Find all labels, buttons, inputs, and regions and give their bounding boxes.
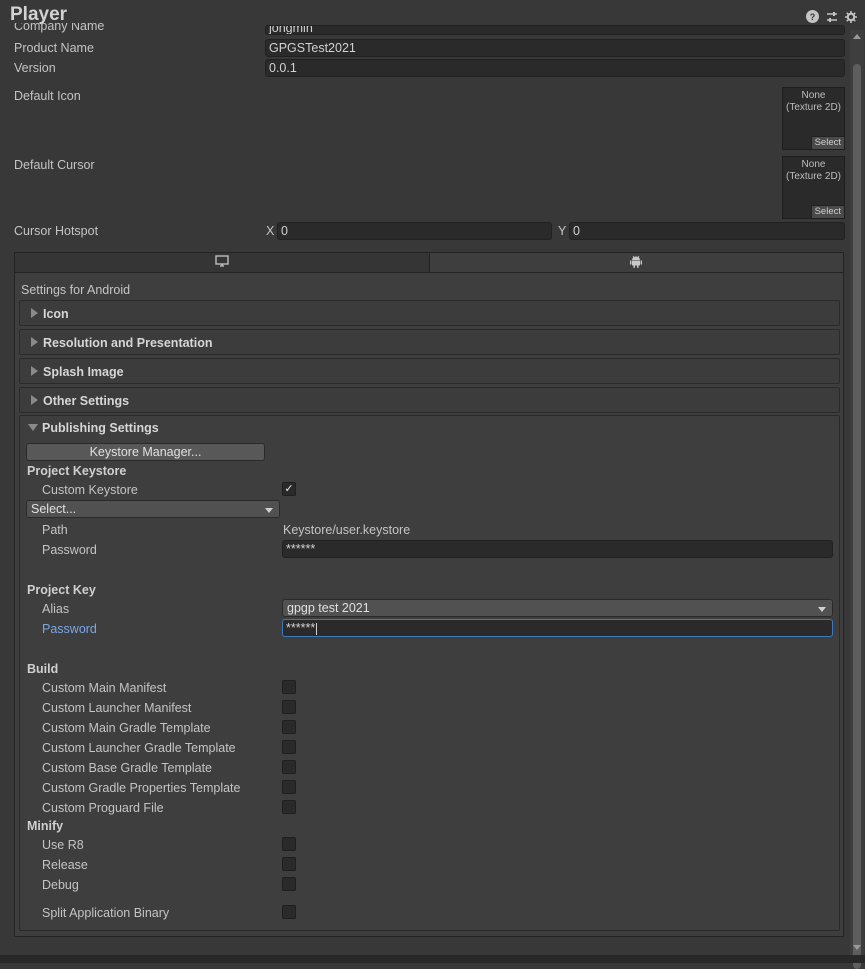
custom-base-gradle-checkbox[interactable]: [282, 760, 296, 774]
checkmark-icon: ✓: [284, 482, 294, 495]
keystore-password-field[interactable]: ******: [282, 540, 833, 558]
custom-main-gradle-checkbox[interactable]: [282, 720, 296, 734]
custom-launcher-manifest-checkbox[interactable]: [282, 700, 296, 714]
default-cursor-value: None (Texture 2D): [785, 159, 841, 182]
help-icon[interactable]: ?: [806, 10, 819, 23]
foldout-label: Publishing Settings: [42, 421, 159, 435]
default-icon-value: None (Texture 2D): [785, 90, 841, 113]
default-cursor-select-button[interactable]: Select: [810, 205, 844, 218]
version-label: Version: [14, 61, 56, 75]
split-binary-checkbox[interactable]: [282, 905, 296, 919]
custom-keystore-checkbox[interactable]: ✓: [282, 482, 296, 496]
alias-dropdown[interactable]: gpgp test 2021: [282, 599, 833, 617]
build-option-label: Custom Launcher Gradle Template: [42, 741, 236, 755]
build-option-label: Custom Base Gradle Template: [42, 761, 212, 775]
company-name-label: Company Name: [14, 23, 105, 33]
custom-main-manifest-checkbox[interactable]: [282, 680, 296, 694]
tab-standalone[interactable]: [15, 253, 430, 272]
foldout-label: Icon: [43, 307, 69, 321]
foldout-icon[interactable]: Icon: [19, 300, 840, 326]
bottom-strip: [0, 955, 865, 963]
scrollbar-thumb[interactable]: [853, 64, 861, 969]
build-option-label: Custom Main Gradle Template: [42, 721, 211, 735]
keystore-manager-button[interactable]: Keystore Manager...: [26, 443, 265, 461]
foldout-resolution[interactable]: Resolution and Presentation: [19, 329, 840, 355]
keystore-select-dropdown[interactable]: Select...: [26, 500, 280, 518]
version-field[interactable]: 0.0.1: [265, 59, 845, 77]
collapsed-arrow-icon: [31, 395, 38, 405]
default-icon-label: Default Icon: [14, 89, 81, 103]
path-value: Keystore/user.keystore: [283, 523, 411, 537]
foldout-label: Splash Image: [43, 365, 124, 379]
header-icons: ?: [806, 10, 857, 23]
foldout-label: Other Settings: [43, 394, 130, 408]
key-password-value: ******: [286, 621, 316, 635]
alias-value: gpgp test 2021: [287, 601, 370, 615]
scroll-down-icon[interactable]: [853, 945, 861, 950]
tab-android[interactable]: [429, 253, 843, 272]
key-password-field[interactable]: ******: [282, 619, 833, 637]
project-keystore-header: Project Keystore: [27, 464, 127, 478]
minify-option-label: Debug: [42, 878, 79, 892]
company-name-field[interactable]: jongmin: [265, 25, 845, 35]
build-header: Build: [27, 662, 59, 676]
hotspot-x-label: X: [266, 224, 275, 238]
minify-debug-checkbox[interactable]: [282, 877, 296, 891]
cursor-hotspot-label: Cursor Hotspot: [14, 224, 99, 238]
gear-icon[interactable]: [844, 10, 857, 23]
default-cursor-slot[interactable]: None (Texture 2D) Select: [782, 156, 845, 219]
foldout-other[interactable]: Other Settings: [19, 387, 840, 413]
default-cursor-label: Default Cursor: [14, 158, 95, 172]
keystore-dropdown-value: Select...: [31, 502, 77, 516]
expanded-arrow-icon: [28, 424, 38, 431]
product-name-label: Product Name: [14, 41, 94, 55]
custom-keystore-label: Custom Keystore: [42, 483, 138, 497]
key-password-label: Password: [42, 622, 97, 636]
build-option-label: Custom Gradle Properties Template: [42, 781, 241, 795]
alias-label: Alias: [42, 602, 70, 616]
minify-release-checkbox[interactable]: [282, 857, 296, 871]
custom-proguard-checkbox[interactable]: [282, 800, 296, 814]
hotspot-x-field[interactable]: 0: [277, 222, 552, 240]
hotspot-y-label: Y: [558, 224, 567, 238]
project-key-header: Project Key: [27, 583, 96, 597]
foldout-splash[interactable]: Splash Image: [19, 358, 840, 384]
minify-header: Minify: [27, 819, 64, 833]
collapsed-arrow-icon: [31, 337, 38, 347]
build-option-label: Custom Launcher Manifest: [42, 701, 192, 715]
android-icon: [630, 255, 643, 271]
keystore-password-label: Password: [42, 543, 97, 557]
minify-option-label: Release: [42, 858, 88, 872]
dropdown-arrow-icon: [265, 508, 273, 513]
settings-header: Settings for Android: [21, 283, 131, 297]
platform-tabs: [14, 252, 844, 273]
hotspot-y-field[interactable]: 0: [569, 222, 845, 240]
collapsed-arrow-icon: [31, 308, 38, 318]
minify-option-label: Use R8: [42, 838, 84, 852]
split-binary-label: Split Application Binary: [42, 906, 170, 920]
default-icon-select-button[interactable]: Select: [810, 136, 844, 149]
use-r8-checkbox[interactable]: [282, 837, 296, 851]
text-caret: [316, 622, 318, 635]
custom-gradle-properties-checkbox[interactable]: [282, 780, 296, 794]
foldout-label: Resolution and Presentation: [43, 336, 213, 350]
build-option-label: Custom Proguard File: [42, 801, 164, 815]
scroll-up-icon[interactable]: [853, 34, 861, 39]
custom-launcher-gradle-checkbox[interactable]: [282, 740, 296, 754]
default-icon-slot[interactable]: None (Texture 2D) Select: [782, 87, 845, 150]
desktop-icon: [215, 255, 229, 270]
dropdown-arrow-icon: [818, 607, 826, 612]
preset-icon[interactable]: [825, 10, 838, 23]
path-label: Path: [42, 523, 68, 537]
collapsed-arrow-icon: [31, 366, 38, 376]
vertical-scrollbar[interactable]: [850, 30, 864, 969]
foldout-publishing[interactable]: Publishing Settings: [19, 415, 840, 441]
product-name-field[interactable]: GPGSTest2021: [265, 39, 845, 57]
build-option-label: Custom Main Manifest: [42, 681, 167, 695]
publishing-panel: [19, 415, 840, 931]
